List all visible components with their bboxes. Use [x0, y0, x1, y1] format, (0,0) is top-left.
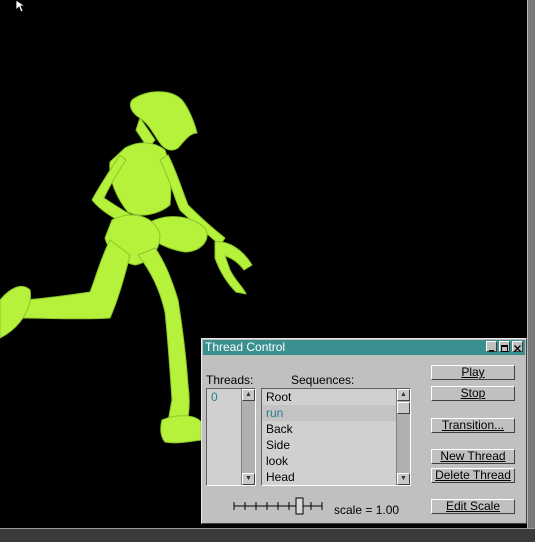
new-thread-label: New Thread — [440, 449, 506, 463]
threads-list[interactable]: 0 ▲ ▼ — [206, 388, 256, 486]
list-item-selected[interactable]: run — [262, 405, 396, 421]
edit-scale-label: Edit Scale — [445, 499, 501, 513]
delete-thread-label: Delete Thread — [435, 468, 511, 482]
scroll-down-icon[interactable]: ▼ — [397, 473, 410, 485]
threads-scrollbar[interactable]: ▲ ▼ — [241, 389, 255, 485]
new-thread-button[interactable]: New Thread — [431, 449, 515, 464]
window-title: Thread Control — [205, 340, 286, 354]
scroll-up-icon[interactable]: ▲ — [397, 389, 410, 401]
scale-readout: scale = 1.00 — [334, 503, 400, 517]
edit-scale-button[interactable]: Edit Scale — [431, 499, 515, 514]
stop-button[interactable]: Stop — [431, 386, 515, 401]
scroll-down-icon[interactable]: ▼ — [242, 473, 255, 485]
list-item[interactable]: Side — [262, 437, 396, 453]
thread-item[interactable]: 0 — [211, 390, 218, 404]
slider-thumb[interactable] — [295, 497, 304, 515]
sequences-rows: Root run Back Side look Head — [262, 389, 396, 485]
play-label: Play — [461, 365, 485, 379]
close-icon — [514, 345, 521, 352]
minimize-icon — [489, 350, 494, 352]
threads-label: Threads: — [206, 373, 254, 387]
titlebar[interactable]: Thread Control — [203, 340, 525, 355]
stop-label: Stop — [460, 386, 486, 400]
thread-control-window: Thread Control Threads: Sequences: 0 ▲ ▼… — [201, 338, 527, 524]
window-border — [527, 0, 535, 542]
transition-button[interactable]: Transition... — [431, 418, 515, 433]
list-item[interactable]: look — [262, 453, 396, 469]
mouse-cursor-icon — [15, 0, 27, 13]
bottom-border — [0, 528, 535, 542]
minimize-button[interactable] — [486, 341, 497, 352]
list-item[interactable]: Head — [262, 469, 396, 485]
maximize-button[interactable] — [499, 341, 510, 352]
play-button[interactable]: Play — [431, 365, 515, 380]
scroll-up-icon[interactable]: ▲ — [242, 389, 255, 401]
close-button[interactable] — [512, 341, 523, 352]
scale-slider[interactable] — [232, 496, 324, 516]
sequences-list[interactable]: Root run Back Side look Head ▲ ▼ — [261, 388, 411, 486]
list-item[interactable]: Back — [262, 421, 396, 437]
sequences-label: Sequences: — [291, 373, 355, 387]
transition-label: Transition... — [441, 418, 505, 432]
delete-thread-button[interactable]: Delete Thread — [431, 468, 515, 483]
maximize-icon — [501, 345, 508, 352]
list-item[interactable]: Root — [262, 389, 396, 405]
scroll-thumb[interactable] — [397, 402, 410, 414]
sequences-scrollbar[interactable]: ▲ ▼ — [396, 389, 410, 485]
